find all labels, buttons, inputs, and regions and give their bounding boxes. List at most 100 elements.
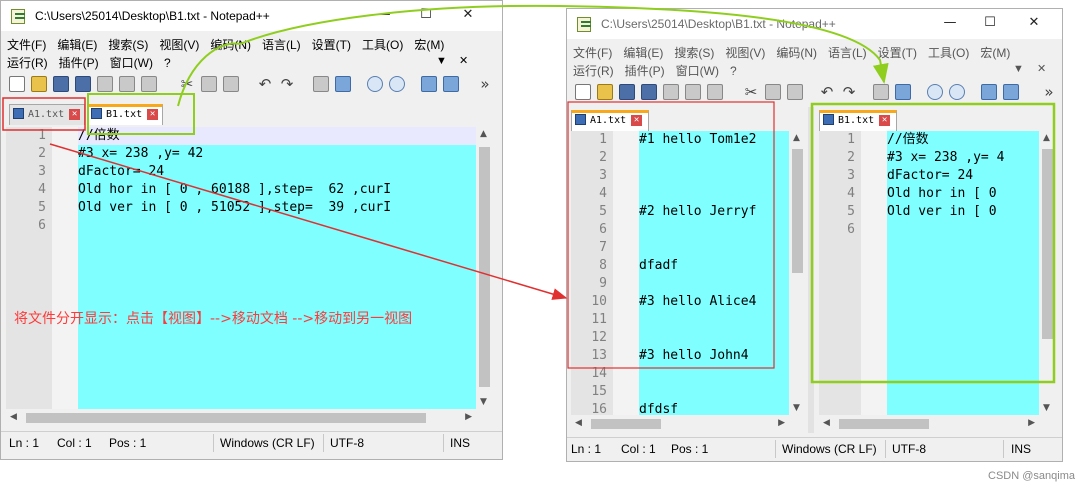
code-line[interactable]: Old hor in [ 0	[887, 185, 1004, 203]
tab-close-icon[interactable]: ✕	[69, 108, 81, 120]
scroll-down-icon[interactable]: ▼	[793, 403, 800, 413]
horizontal-scrollbar[interactable]: ◀ ▶	[571, 415, 789, 432]
minimize-icon[interactable]: —	[369, 5, 399, 25]
menu-dropdown-icon[interactable]: ▼	[1013, 63, 1024, 75]
cut-icon[interactable]: ✂	[179, 76, 195, 92]
menu-item[interactable]: 窗口(W)	[676, 64, 719, 78]
scroll-down-icon[interactable]: ▼	[1043, 403, 1050, 413]
code-line[interactable]: dFactor= 24	[78, 163, 391, 181]
code-line[interactable]	[639, 149, 756, 167]
code-line[interactable]	[639, 311, 756, 329]
zoom-in-icon[interactable]	[367, 76, 383, 92]
sync-vertical-icon[interactable]	[421, 76, 437, 92]
save-icon[interactable]	[53, 76, 69, 92]
menu-item[interactable]: 运行(R)	[7, 56, 48, 70]
code-line[interactable]: dfdsf	[639, 401, 756, 415]
maximize-icon[interactable]: ☐	[975, 13, 1005, 33]
editor-view1-a1[interactable]: 1 2 3 4 5 6 7 8 9 10 11 12 13 14 15 16 #1 hello Tom1e2 #…	[571, 131, 789, 415]
zoom-out-icon[interactable]	[949, 84, 965, 100]
tab-close-icon[interactable]: ✕	[879, 114, 891, 126]
code-line[interactable]	[639, 167, 756, 185]
open-file-icon[interactable]	[31, 76, 47, 92]
view-splitter[interactable]	[808, 107, 814, 433]
scroll-left-icon[interactable]: ◀	[575, 418, 582, 428]
menu-item[interactable]: ?	[730, 64, 737, 78]
menu-item[interactable]: 插件(P)	[625, 64, 665, 78]
code-line[interactable]	[639, 185, 756, 203]
tab-close-icon[interactable]: ✕	[147, 108, 159, 120]
menu-item[interactable]: 运行(R)	[573, 64, 614, 78]
scroll-up-icon[interactable]: ▲	[793, 133, 800, 143]
menu-item[interactable]: 文件(F)	[7, 38, 46, 52]
print-icon[interactable]	[141, 76, 157, 92]
scroll-thumb[interactable]	[1042, 149, 1053, 339]
menu-close-icon[interactable]: ✕	[1037, 62, 1046, 75]
paste-icon[interactable]	[223, 76, 239, 92]
replace-icon[interactable]	[335, 76, 351, 92]
status-encoding[interactable]: UTF-8	[330, 436, 364, 450]
scroll-thumb[interactable]	[839, 419, 929, 429]
menu-item[interactable]: 设置(T)	[312, 38, 351, 52]
tab-b1[interactable]: B1.txt ✕	[819, 110, 897, 131]
status-encoding[interactable]: UTF-8	[892, 442, 926, 456]
menu-item[interactable]: ?	[164, 56, 171, 70]
editor-b1[interactable]: 123456 //倍数 #3 x= 238 ,y= 42 dFactor= 24 Ol…	[6, 127, 476, 409]
code-line[interactable]	[78, 217, 391, 235]
scroll-left-icon[interactable]: ◀	[823, 418, 830, 428]
scroll-down-icon[interactable]: ▼	[480, 397, 487, 407]
zoom-in-icon[interactable]	[927, 84, 943, 100]
horizontal-scrollbar[interactable]: ◀ ▶	[819, 415, 1039, 432]
status-insert-mode[interactable]: INS	[450, 436, 470, 450]
code-line[interactable]	[887, 221, 1004, 239]
open-file-icon[interactable]	[597, 84, 613, 100]
redo-icon[interactable]: ↷	[279, 76, 295, 92]
save-all-icon[interactable]	[641, 84, 657, 100]
code-line[interactable]: dFactor= 24	[887, 167, 1004, 185]
scroll-right-icon[interactable]: ▶	[465, 412, 472, 422]
menu-item[interactable]: 编辑(E)	[57, 38, 97, 52]
code-line[interactable]	[639, 329, 756, 347]
menu-item[interactable]: 宏(M)	[414, 38, 444, 52]
status-eol[interactable]: Windows (CR LF)	[220, 436, 315, 450]
menu-item[interactable]: 宏(M)	[980, 46, 1010, 60]
code-line[interactable]: dfadf	[639, 257, 756, 275]
tab-close-icon[interactable]: ✕	[631, 114, 643, 126]
sync-vertical-icon[interactable]	[981, 84, 997, 100]
code-line[interactable]: #3 hello John4	[639, 347, 756, 365]
new-file-icon[interactable]	[9, 76, 25, 92]
menu-item[interactable]: 编码(N)	[776, 46, 817, 60]
code-line[interactable]: //倍数	[887, 131, 1004, 149]
status-insert-mode[interactable]: INS	[1011, 442, 1031, 456]
scroll-right-icon[interactable]: ▶	[778, 418, 785, 428]
code-line[interactable]	[639, 383, 756, 401]
close-icon[interactable]: ✕	[453, 5, 483, 25]
code-line[interactable]: #3 hello Alice4	[639, 293, 756, 311]
menu-item[interactable]: 工具(O)	[362, 38, 403, 52]
code-area[interactable]: //倍数 #3 x= 238 ,y= 42 dFactor= 24 Old hor i…	[78, 127, 391, 409]
undo-icon[interactable]: ↶	[257, 76, 273, 92]
undo-icon[interactable]: ↶	[819, 84, 835, 100]
code-line[interactable]: #3 x= 238 ,y= 4	[887, 149, 1004, 167]
editor-view2-b1[interactable]: 123456 //倍数 #3 x= 238 ,y= 4 dFactor= 24 Old…	[819, 131, 1039, 415]
menu-item[interactable]: 语言(L)	[262, 38, 301, 52]
status-eol[interactable]: Windows (CR LF)	[782, 442, 877, 456]
toolbar-more-icon[interactable]: »	[1041, 84, 1057, 100]
horizontal-scrollbar[interactable]: ◀ ▶	[6, 409, 476, 426]
menu-item[interactable]: 设置(T)	[878, 46, 917, 60]
toolbar-more-icon[interactable]: »	[477, 76, 493, 92]
code-line[interactable]: #1 hello Tom1e2	[639, 131, 756, 149]
menu-dropdown-icon[interactable]: ▼	[436, 55, 447, 67]
save-icon[interactable]	[619, 84, 635, 100]
menu-item[interactable]: 语言(L)	[828, 46, 867, 60]
sync-horizontal-icon[interactable]	[443, 76, 459, 92]
close-all-icon[interactable]	[119, 76, 135, 92]
close-all-icon[interactable]	[685, 84, 701, 100]
close-icon[interactable]: ✕	[1019, 13, 1049, 33]
menu-item[interactable]: 编辑(E)	[623, 46, 663, 60]
code-line[interactable]	[639, 365, 756, 383]
menu-item[interactable]: 窗口(W)	[110, 56, 153, 70]
maximize-icon[interactable]: ☐	[411, 5, 441, 25]
tab-a1[interactable]: A1.txt ✕	[571, 110, 649, 131]
vertical-scrollbar[interactable]: ▲ ▼	[789, 131, 806, 415]
save-all-icon[interactable]	[75, 76, 91, 92]
